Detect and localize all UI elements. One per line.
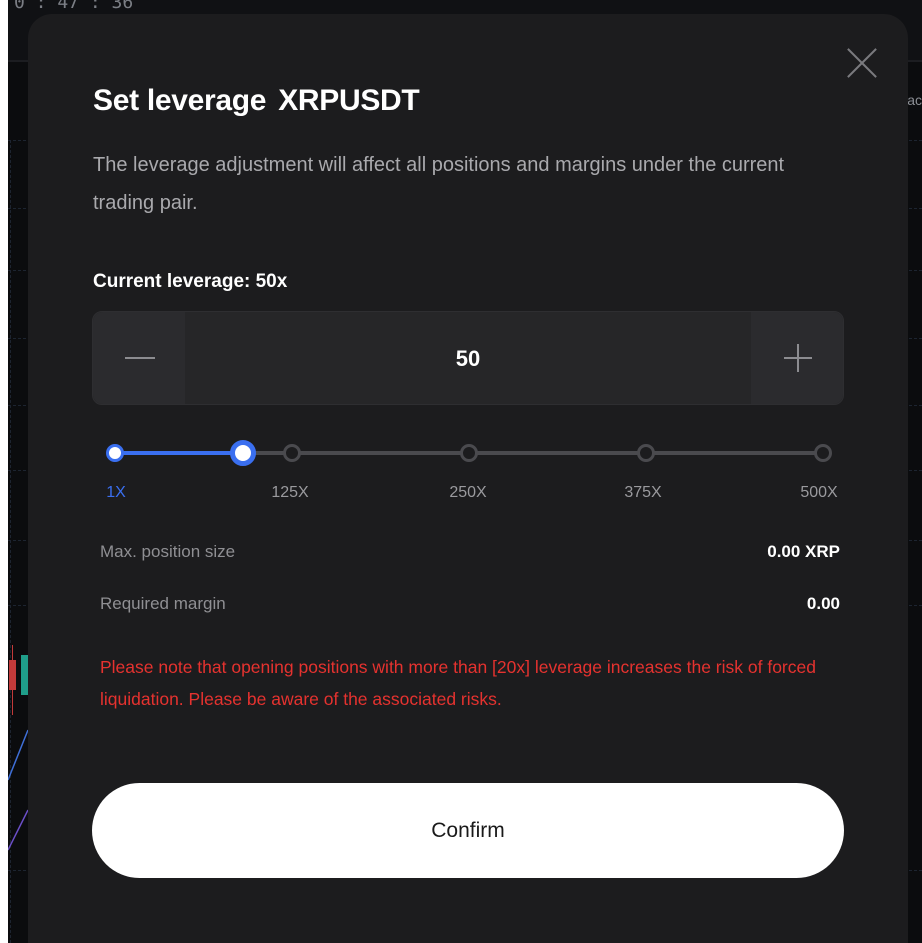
close-icon[interactable]	[845, 46, 879, 80]
slider-tick-250x[interactable]	[460, 444, 478, 462]
max-position-row: Max. position size 0.00 XRP	[100, 542, 840, 566]
decrease-button[interactable]	[93, 312, 185, 404]
required-margin-value: 0.00	[806, 594, 840, 613]
required-margin-label: Required margin	[100, 594, 226, 613]
dialog-description: The leverage adjustment will affect all …	[93, 154, 785, 214]
confirm-button[interactable]: Confirm	[92, 783, 844, 878]
candle	[21, 655, 28, 695]
slider-tick-500x[interactable]	[814, 444, 832, 462]
required-margin-row: Required margin 0.00	[100, 594, 840, 618]
increase-button[interactable]	[751, 312, 843, 404]
slider-tick-125x[interactable]	[283, 444, 301, 462]
slider-label-125x: 125X	[271, 484, 309, 501]
background-edge-text: ac	[907, 92, 922, 108]
max-position-value: 0.00 XRP	[767, 542, 840, 561]
leverage-input[interactable]	[185, 312, 751, 406]
slider-label-500x: 500X	[800, 484, 838, 501]
slider-track-fill	[115, 451, 243, 455]
dialog-title-text: Set leverage	[93, 84, 267, 117]
dialog-title: Set leverage XRPUSDT	[93, 84, 420, 118]
liquidation-warning: Please note that opening positions with …	[100, 657, 816, 709]
trading-pair: XRPUSDT	[278, 84, 420, 117]
candle	[9, 660, 16, 690]
set-leverage-dialog: Set leverage XRPUSDT The leverage adjustm…	[28, 14, 908, 943]
slider-label-250x: 250X	[449, 484, 487, 501]
background-clock: 0 : 47 : 36	[14, 0, 134, 13]
current-leverage-label: Current leverage: 50x	[93, 271, 288, 292]
max-position-label: Max. position size	[100, 542, 236, 561]
leverage-stepper	[92, 311, 844, 406]
slider-label-375x: 375X	[624, 484, 662, 501]
slider-label-1x: 1X	[106, 484, 126, 501]
leverage-slider[interactable]	[106, 438, 832, 468]
slider-tick-1x[interactable]	[106, 444, 124, 462]
minus-icon	[125, 357, 155, 359]
slider-tick-375x[interactable]	[637, 444, 655, 462]
slider-thumb[interactable]	[229, 440, 256, 466]
